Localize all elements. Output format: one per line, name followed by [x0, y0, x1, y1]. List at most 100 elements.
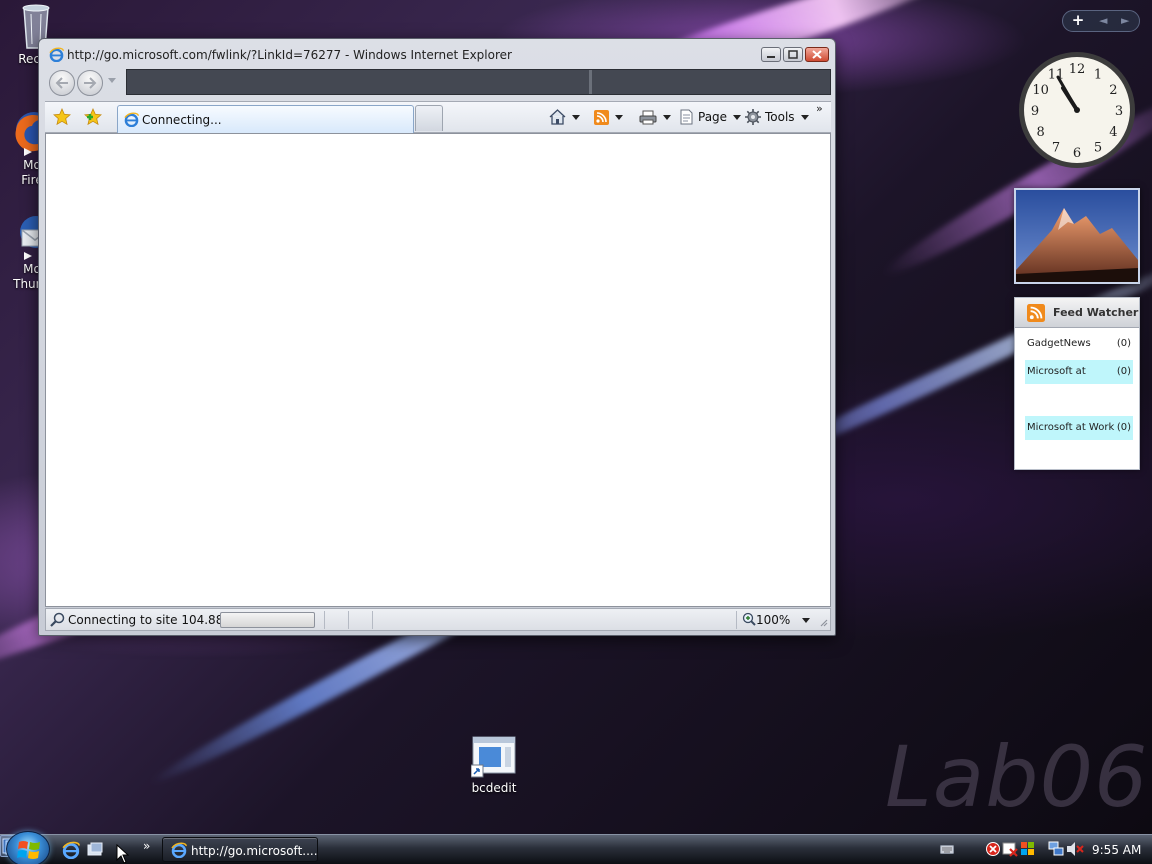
home-dropdown-icon[interactable] [572, 114, 580, 120]
feed-item[interactable]: Microsoft at Work (0) [1025, 416, 1133, 440]
clock-numeral: 10 [1032, 83, 1049, 98]
quicklaunch-overflow-button[interactable]: » [143, 839, 150, 853]
windows-logo-icon [17, 841, 40, 859]
close-button[interactable] [805, 47, 829, 62]
favorites-center-icon[interactable] [53, 108, 71, 126]
status-text: Connecting to site 104.88.74 [68, 613, 243, 627]
tools-menu-button[interactable]: Tools [745, 107, 809, 127]
zoom-dropdown-icon[interactable] [802, 618, 810, 623]
status-divider [324, 611, 325, 629]
print-button[interactable] [639, 107, 671, 127]
taskbar-button-ie[interactable]: http://go.microsoft.... [162, 837, 318, 862]
add-to-favorites-icon[interactable] [83, 108, 103, 126]
feed-name: GadgetNews [1027, 338, 1091, 349]
window-title: http://go.microsoft.com/fwlink/?LinkId=7… [67, 48, 512, 62]
feed-item[interactable]: Microsoft at (0) [1025, 360, 1133, 384]
mouse-cursor-icon [116, 844, 130, 864]
feeds-dropdown-icon[interactable] [615, 114, 623, 120]
feed-count: (0) [1116, 338, 1131, 349]
volume-muted-icon[interactable] [1066, 841, 1084, 857]
maximize-button[interactable] [783, 47, 803, 62]
print-dropdown-icon[interactable] [663, 114, 671, 120]
quicklaunch-ie-icon[interactable] [62, 841, 80, 859]
desktop-icon-bcdedit[interactable]: bcdedit [462, 735, 526, 796]
page-dropdown-icon [733, 114, 742, 120]
windows-flag-icon[interactable] [1020, 841, 1036, 857]
close-icon [812, 50, 822, 59]
home-button[interactable] [549, 107, 580, 127]
feed-watcher-header: Feed Watcher [1015, 298, 1139, 328]
desktop-icon-label: bcdedit [471, 781, 517, 795]
slideshow-gadget[interactable] [1014, 188, 1140, 284]
security-alert-icon[interactable] [986, 841, 1000, 857]
wallpaper-watermark: Lab06 [885, 728, 1149, 826]
clock-numeral: 4 [1109, 125, 1117, 140]
resize-grip-icon[interactable] [818, 617, 828, 627]
ie-icon [49, 47, 64, 62]
keyboard-icon[interactable] [940, 845, 954, 854]
next-gadget-button[interactable]: ► [1121, 14, 1129, 27]
page-menu-button[interactable]: Page [679, 107, 742, 127]
address-bar[interactable] [126, 69, 831, 95]
clock-gadget[interactable]: 1234567891011 12 [1016, 48, 1138, 172]
forward-button[interactable] [77, 70, 103, 96]
show-desktop-icon[interactable] [86, 841, 104, 859]
clock-numeral: 2 [1109, 83, 1117, 98]
feed-count: (0) [1116, 422, 1131, 433]
sidebar-controls: + ◄ ► [1062, 10, 1140, 32]
rss-icon [1027, 304, 1045, 322]
feed-watcher-title: Feed Watcher [1053, 306, 1139, 319]
back-arrow-icon [55, 77, 68, 89]
magnifier-icon [50, 612, 65, 627]
tools-menu-label: Tools [765, 110, 795, 124]
maximize-icon [788, 50, 798, 59]
toolbar-overflow-button[interactable]: » [816, 102, 823, 115]
mountain-photo [1016, 190, 1138, 282]
shortcut-icon [471, 736, 516, 778]
home-icon [549, 109, 566, 125]
add-gadget-button[interactable]: + [1063, 11, 1093, 31]
clock-numeral: 12 [1069, 62, 1086, 77]
start-button[interactable] [6, 831, 50, 864]
feed-watcher-gadget[interactable]: Feed Watcher GadgetNews (0) Microsoft at… [1014, 297, 1140, 470]
feed-count: (0) [1116, 366, 1131, 377]
feed-name: Microsoft at Work [1027, 422, 1115, 433]
clock-numeral: 8 [1036, 125, 1044, 140]
status-bar: Connecting to site 104.88.74 100% [45, 608, 831, 631]
clock-numeral: 1 [1094, 68, 1102, 83]
ie-icon [124, 112, 139, 127]
clock-numeral: 3 [1115, 104, 1123, 119]
printer-icon [639, 110, 657, 124]
status-divider [372, 611, 373, 629]
notification-area: 9:55 AM [936, 835, 1152, 864]
zoom-level[interactable]: 100% [756, 613, 790, 627]
tab-active[interactable]: Connecting... [117, 105, 414, 134]
clock-center [1074, 107, 1080, 113]
zoom-icon[interactable] [742, 612, 756, 626]
feed-item[interactable]: GadgetNews (0) [1025, 332, 1133, 356]
gear-icon [745, 109, 761, 125]
network-icon[interactable] [1048, 841, 1064, 857]
navigation-bar [45, 69, 831, 97]
window-titlebar[interactable]: http://go.microsoft.com/fwlink/?LinkId=7… [39, 39, 835, 69]
recent-pages-dropdown-icon[interactable] [108, 78, 116, 84]
new-tab-button[interactable] [415, 105, 443, 131]
tab-title: Connecting... [142, 113, 222, 127]
taskbar: » http://go.microsoft.... 9:55 AM [0, 831, 1152, 864]
page-menu-label: Page [698, 110, 728, 124]
search-box-divider [589, 70, 592, 94]
clock-numeral: 9 [1031, 104, 1039, 119]
taskbar-button-label: http://go.microsoft.... [191, 844, 318, 858]
minimize-button[interactable] [761, 47, 781, 62]
back-button[interactable] [49, 70, 75, 96]
clock-numeral: 5 [1094, 140, 1102, 155]
previous-gadget-button[interactable]: ◄ [1099, 14, 1107, 27]
internet-explorer-window[interactable]: http://go.microsoft.com/fwlink/?LinkId=7… [38, 38, 836, 636]
page-content[interactable] [45, 133, 831, 607]
feeds-button[interactable] [594, 107, 623, 127]
update-error-icon[interactable] [1002, 841, 1018, 857]
tools-dropdown-icon [800, 114, 809, 120]
taskbar-clock[interactable]: 9:55 AM [1092, 843, 1141, 857]
rss-icon [594, 109, 609, 125]
minimize-icon [767, 55, 775, 58]
